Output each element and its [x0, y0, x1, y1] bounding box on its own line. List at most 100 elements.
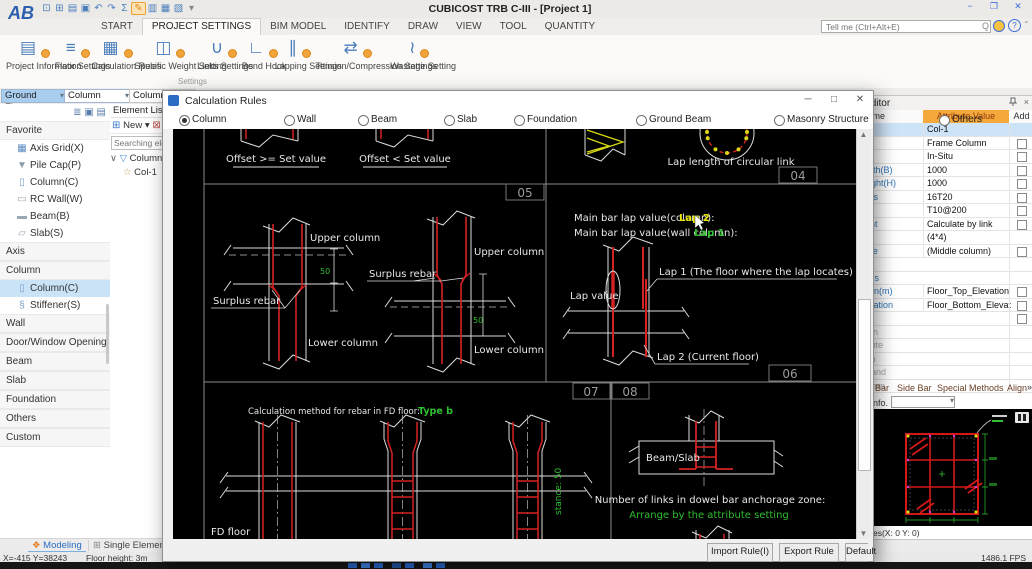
radio-masonry-structure[interactable]: Masonry Structure: [774, 114, 869, 126]
dialog-title-bar[interactable]: Calculation Rules ─ □ ✕: [163, 91, 873, 112]
radio-beam[interactable]: Beam: [358, 114, 397, 126]
tab-identify[interactable]: IDENTIFY: [335, 19, 399, 35]
panel-view-icon[interactable]: ▤: [97, 107, 106, 118]
dialog-maximize-icon[interactable]: □: [821, 94, 847, 105]
section-column[interactable]: Column: [0, 261, 110, 280]
radio-wall[interactable]: Wall: [284, 114, 316, 126]
info-select[interactable]: ▾: [891, 396, 955, 408]
export-rule-button[interactable]: Export Rule: [779, 543, 839, 562]
floor-settings-button[interactable]: ≡Floor Settings: [55, 38, 87, 71]
nav-item-column-selected[interactable]: ▯Column(C): [0, 280, 110, 297]
list-view-icon[interactable]: ≣: [73, 107, 81, 118]
column-section-preview[interactable]: [873, 409, 1032, 526]
add-checkbox[interactable]: [1017, 314, 1027, 324]
tab-quantity[interactable]: QUANTITY: [536, 19, 605, 35]
element-type-select[interactable]: Column▾: [64, 89, 131, 103]
save-icon[interactable]: ▣: [79, 3, 92, 14]
tab-start[interactable]: START: [92, 19, 142, 35]
element-tree-item[interactable]: ☆ Col-1: [110, 166, 170, 180]
tension-compression-button[interactable]: ⇄Tension/Compression Settings: [315, 38, 385, 71]
tab-draw[interactable]: DRAW: [399, 19, 447, 35]
dialog-close-icon[interactable]: ✕: [847, 94, 873, 105]
minimize-button[interactable]: −: [958, 1, 982, 11]
tree-caret-icon[interactable]: ∨: [110, 153, 117, 164]
section-wall[interactable]: Wall: [0, 314, 110, 333]
strip-icon[interactable]: [374, 563, 383, 568]
section-axis[interactable]: Axis: [0, 242, 110, 261]
restore-button[interactable]: ❐: [982, 1, 1006, 12]
section-others[interactable]: Others: [0, 409, 110, 428]
toolbar-item-side-bar[interactable]: Side Bar: [897, 383, 932, 393]
grid-icon[interactable]: ▧: [172, 3, 185, 14]
toolbar-item-special-methods[interactable]: Special Methods: [937, 383, 1004, 393]
nav-item-slab[interactable]: ▱Slab(S): [0, 225, 110, 242]
nav-item-pile-cap[interactable]: ▼Pile Cap(P): [0, 157, 110, 174]
toolbar-item-bar[interactable]: Bar: [875, 383, 889, 393]
new-icon[interactable]: ⊡: [40, 3, 53, 14]
calculation-rules-button[interactable]: ▦Calculation Rules: [92, 38, 130, 71]
add-checkbox[interactable]: [1017, 179, 1027, 189]
folder-icon[interactable]: ▤: [66, 3, 79, 14]
tab-project-settings[interactable]: PROJECT SETTINGS: [142, 18, 261, 35]
delete-element-icon[interactable]: ⊠: [152, 120, 160, 131]
scroll-up-icon[interactable]: ▲: [857, 130, 870, 139]
toolbar-item-align[interactable]: Align: [1007, 383, 1027, 393]
left-panel-scrollbar[interactable]: [106, 304, 109, 364]
import-rule-button[interactable]: Import Rule(I): [707, 543, 773, 562]
strip-icon[interactable]: [361, 563, 370, 568]
toolbar-more-icon[interactable]: ▾: [185, 3, 198, 14]
nav-item-rc-wall[interactable]: ▭RC Wall(W): [0, 191, 110, 208]
bend-hook-button[interactable]: ∟Bend Hook: [242, 38, 270, 71]
close-panel-icon[interactable]: ×: [1024, 97, 1029, 107]
add-checkbox[interactable]: [1017, 247, 1027, 257]
pin-icon[interactable]: [1009, 97, 1017, 110]
specific-weight-setting-button[interactable]: ◫Specific Weight Setting: [134, 38, 192, 71]
tab-tool[interactable]: TOOL: [491, 19, 536, 35]
strip-icon[interactable]: [436, 563, 445, 568]
radio-ground-beam[interactable]: Ground Beam: [636, 114, 711, 126]
tell-me-search[interactable]: Q: [821, 20, 991, 33]
section-slab[interactable]: Slab: [0, 371, 110, 390]
help-icon[interactable]: ?: [1008, 19, 1021, 32]
expand-view-icon[interactable]: ▣: [84, 107, 93, 118]
radio-column[interactable]: Column: [179, 114, 226, 126]
undo-icon[interactable]: ↶: [92, 3, 105, 14]
nav-item-beam[interactable]: ▬Beam(B): [0, 208, 110, 225]
floor-select[interactable]: Ground Floor▾: [1, 89, 66, 103]
new-element-button[interactable]: New ▾: [123, 120, 149, 131]
canvas-scrollbar[interactable]: ▲ ▼: [856, 129, 871, 539]
add-checkbox[interactable]: [1017, 301, 1027, 311]
nav-item-stiffener[interactable]: §Stiffener(S): [0, 297, 110, 314]
nav-item-axis-grid[interactable]: ▦Axis Grid(X): [0, 140, 110, 157]
add-checkbox[interactable]: [1017, 139, 1027, 149]
redo-icon[interactable]: ↷: [105, 3, 118, 14]
lapping-settings-button[interactable]: ∥Lapping Settings: [275, 38, 311, 71]
add-checkbox[interactable]: [1017, 287, 1027, 297]
section-custom[interactable]: Custom: [0, 428, 110, 447]
radio-others[interactable]: Others: [939, 114, 982, 126]
project-information-button[interactable]: ▤Project Information: [6, 38, 50, 71]
strip-icon[interactable]: [348, 563, 357, 568]
collapse-ribbon-icon[interactable]: ⌃: [1023, 20, 1030, 29]
section-beam[interactable]: Beam: [0, 352, 110, 371]
tab-single-element[interactable]: ⊞ Single Element: [88, 540, 172, 551]
edit-pencil-icon[interactable]: ✎: [131, 2, 146, 15]
columns-icon[interactable]: ▦: [159, 3, 172, 14]
nav-item-column[interactable]: ▯Column(C): [0, 174, 110, 191]
tab-bim-model[interactable]: BIM MODEL: [261, 19, 335, 35]
dialog-minimize-icon[interactable]: ─: [795, 94, 821, 105]
strip-icon[interactable]: [405, 563, 414, 568]
element-tree-root[interactable]: ∨ ▽ Column: [110, 152, 170, 166]
feedback-lamp-icon[interactable]: [993, 20, 1005, 32]
open-project-icon[interactable]: ⊞: [53, 3, 66, 14]
add-checkbox[interactable]: [1017, 220, 1027, 230]
radio-foundation[interactable]: Foundation: [514, 114, 577, 126]
default-button[interactable]: Default: [845, 543, 868, 562]
radio-slab[interactable]: Slab: [444, 114, 477, 126]
add-checkbox[interactable]: [1017, 193, 1027, 203]
scrollbar-thumb[interactable]: [858, 299, 871, 471]
toolbar-more-icon[interactable]: »: [1027, 382, 1032, 392]
section-favorite[interactable]: Favorite: [0, 121, 110, 140]
section-door-window-opening[interactable]: Door/Window Opening: [0, 333, 110, 352]
section-foundation[interactable]: Foundation: [0, 390, 110, 409]
